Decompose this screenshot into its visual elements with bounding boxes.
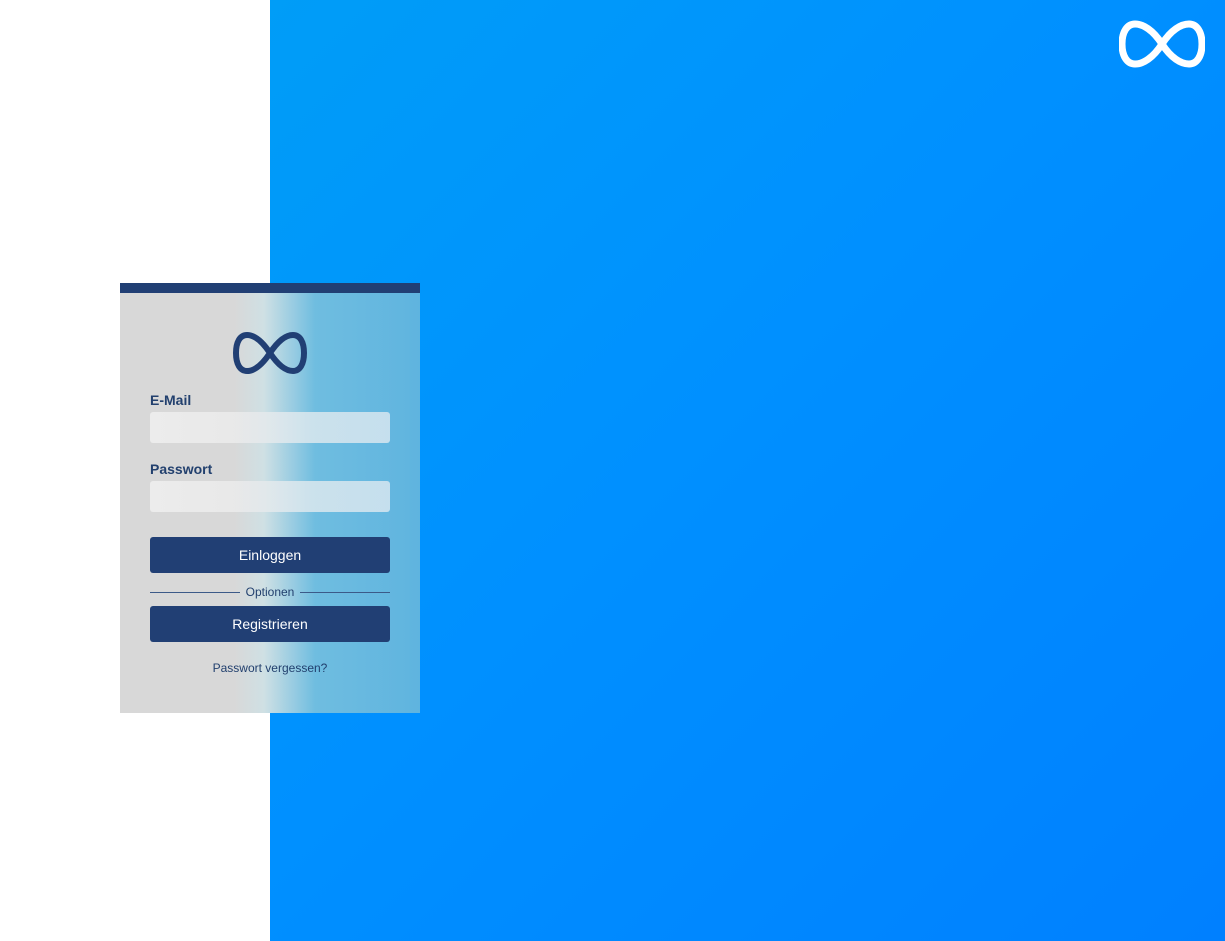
card-top-bar [120,283,420,293]
login-button[interactable]: Einloggen [150,537,390,573]
password-label: Passwort [150,461,213,477]
options-divider: Optionen [150,584,391,600]
divider-text: Optionen [245,585,295,599]
login-card: E-Mail Passwort Einloggen Optionen Regis… [120,283,420,713]
email-field[interactable] [150,412,390,443]
register-button[interactable]: Registrieren [150,606,390,642]
forgot-password-link[interactable]: Passwort vergessen? [120,661,420,675]
divider-line-right [300,591,391,593]
infinity-icon [1119,20,1205,68]
email-label: E-Mail [150,392,192,408]
login-page: E-Mail Passwort Einloggen Optionen Regis… [0,0,1225,941]
divider-line-left [150,591,240,593]
password-field[interactable] [150,481,390,512]
infinity-icon [233,332,307,374]
